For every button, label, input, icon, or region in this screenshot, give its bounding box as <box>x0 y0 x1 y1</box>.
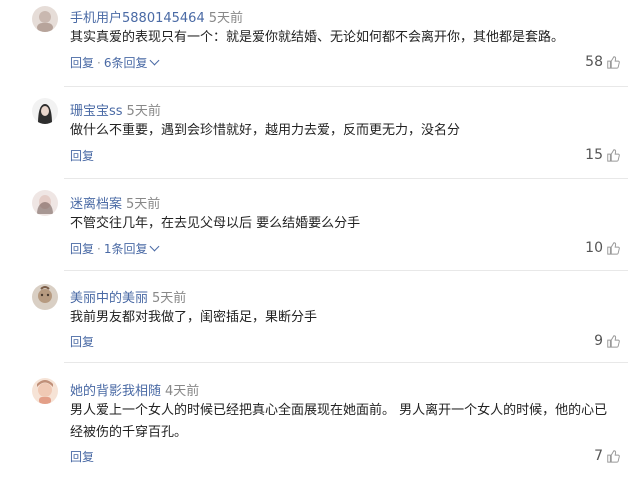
reply-button[interactable]: 回复 <box>70 242 94 256</box>
reply-count: 1条回复 <box>103 242 148 256</box>
username[interactable]: 她的背影我相随 <box>70 384 161 399</box>
comment-text: 做什么不重要，遇到会珍惜就好，越用力去爱，反而更无力，没名分 <box>70 123 461 138</box>
like-count: 10 <box>585 240 603 256</box>
thumbs-up-icon <box>607 149 620 162</box>
reply-button[interactable]: 回复 <box>70 335 94 349</box>
divider <box>64 178 628 179</box>
like-count: 58 <box>585 54 603 70</box>
comment-text: 男人爱上一个女人的时候已经把真心全面展现在她面前。 男人离开一个女人的时候，他的… <box>70 403 608 440</box>
reply-button[interactable]: 回复 <box>70 149 94 163</box>
thumbs-up-icon <box>607 335 620 348</box>
thumbs-up-icon <box>607 56 620 69</box>
view-replies-button[interactable]: 6条回复 <box>103 55 160 70</box>
comment-text: 其实真爱的表现只有一个：就是爱你就结婚、无论如何都不会离开你，其他都是套路。 <box>70 30 565 45</box>
like-button[interactable]: 15 <box>585 147 620 163</box>
like-button[interactable]: 58 <box>585 54 620 70</box>
avatar-image <box>32 6 58 32</box>
comment-footer: 回复 · 1条回复 10 <box>70 240 628 260</box>
chevron-down-icon <box>150 241 160 252</box>
comment-time: 5天前 <box>126 197 161 212</box>
view-replies-button[interactable]: 1条回复 <box>103 241 160 256</box>
comment-author[interactable]: 珊宝宝ss 5天前 <box>70 100 161 119</box>
divider <box>64 86 628 87</box>
comment-footer: 回复 9 <box>70 333 628 353</box>
comment-footer: 回复 15 <box>70 147 628 167</box>
comment-text: 我前男友都对我做了，闺密插足，果断分手 <box>70 310 318 325</box>
thumbs-up-icon <box>607 450 620 463</box>
comment-time: 5天前 <box>126 104 161 119</box>
like-count: 15 <box>585 147 603 163</box>
comment-author[interactable]: 手机用户5880145464 5天前 <box>70 7 243 26</box>
comment-footer: 回复 · 6条回复 58 <box>70 54 628 74</box>
comment-list: 手机用户5880145464 5天前 其实真爱的表现只有一个：就是爱你就结婚、无论… <box>0 0 640 485</box>
comment-footer: 回复 7 <box>70 448 628 468</box>
avatar-image <box>32 378 58 404</box>
avatar-image <box>32 190 58 216</box>
like-button[interactable]: 9 <box>594 333 620 349</box>
comment-item: 珊宝宝ss 5天前 做什么不重要，遇到会珍惜就好，越用力去爱，反而更无力，没名分 … <box>0 92 640 178</box>
avatar[interactable] <box>32 378 58 404</box>
username[interactable]: 手机用户5880145464 <box>70 11 205 26</box>
username[interactable]: 迷离档案 <box>70 197 122 212</box>
comment-author[interactable]: 她的背影我相随 4天前 <box>70 380 199 399</box>
reply-count: 6条回复 <box>103 56 148 70</box>
comment-text: 不管交往几年，在去见父母以后 要么结婚要么分手 <box>70 216 361 231</box>
comment-time: 5天前 <box>208 11 243 26</box>
like-button[interactable]: 7 <box>594 448 620 464</box>
comment-item: 美丽中的美丽 5天前 我前男友都对我做了，闺密插足，果断分手 回复 9 <box>0 276 640 362</box>
like-count: 9 <box>594 333 603 349</box>
username[interactable]: 美丽中的美丽 <box>70 291 148 306</box>
divider <box>64 362 628 363</box>
thumbs-up-icon <box>607 242 620 255</box>
separator-dot: · <box>97 242 101 256</box>
comment-time: 5天前 <box>152 291 187 306</box>
comment-item: 手机用户5880145464 5天前 其实真爱的表现只有一个：就是爱你就结婚、无论… <box>0 0 640 86</box>
comment-item: 她的背影我相随 4天前 男人爱上一个女人的时候已经把真心全面展现在她面前。 男人离… <box>0 368 640 485</box>
comment-author[interactable]: 迷离档案 5天前 <box>70 193 160 212</box>
avatar[interactable] <box>32 6 58 32</box>
like-button[interactable]: 10 <box>585 240 620 256</box>
username[interactable]: 珊宝宝ss <box>70 104 123 119</box>
reply-button[interactable]: 回复 <box>70 56 94 70</box>
reply-button[interactable]: 回复 <box>70 450 94 464</box>
avatar-image <box>32 284 58 310</box>
comment-item: 迷离档案 5天前 不管交往几年，在去见父母以后 要么结婚要么分手 回复 · 1条回复 … <box>0 184 640 270</box>
avatar[interactable] <box>32 190 58 216</box>
comment-author[interactable]: 美丽中的美丽 5天前 <box>70 287 186 306</box>
chevron-down-icon <box>150 55 160 66</box>
comment-time: 4天前 <box>165 384 200 399</box>
separator-dot: · <box>97 56 101 70</box>
like-count: 7 <box>594 448 603 464</box>
divider <box>64 270 628 271</box>
avatar-image <box>32 98 58 124</box>
avatar[interactable] <box>32 98 58 124</box>
avatar[interactable] <box>32 284 58 310</box>
